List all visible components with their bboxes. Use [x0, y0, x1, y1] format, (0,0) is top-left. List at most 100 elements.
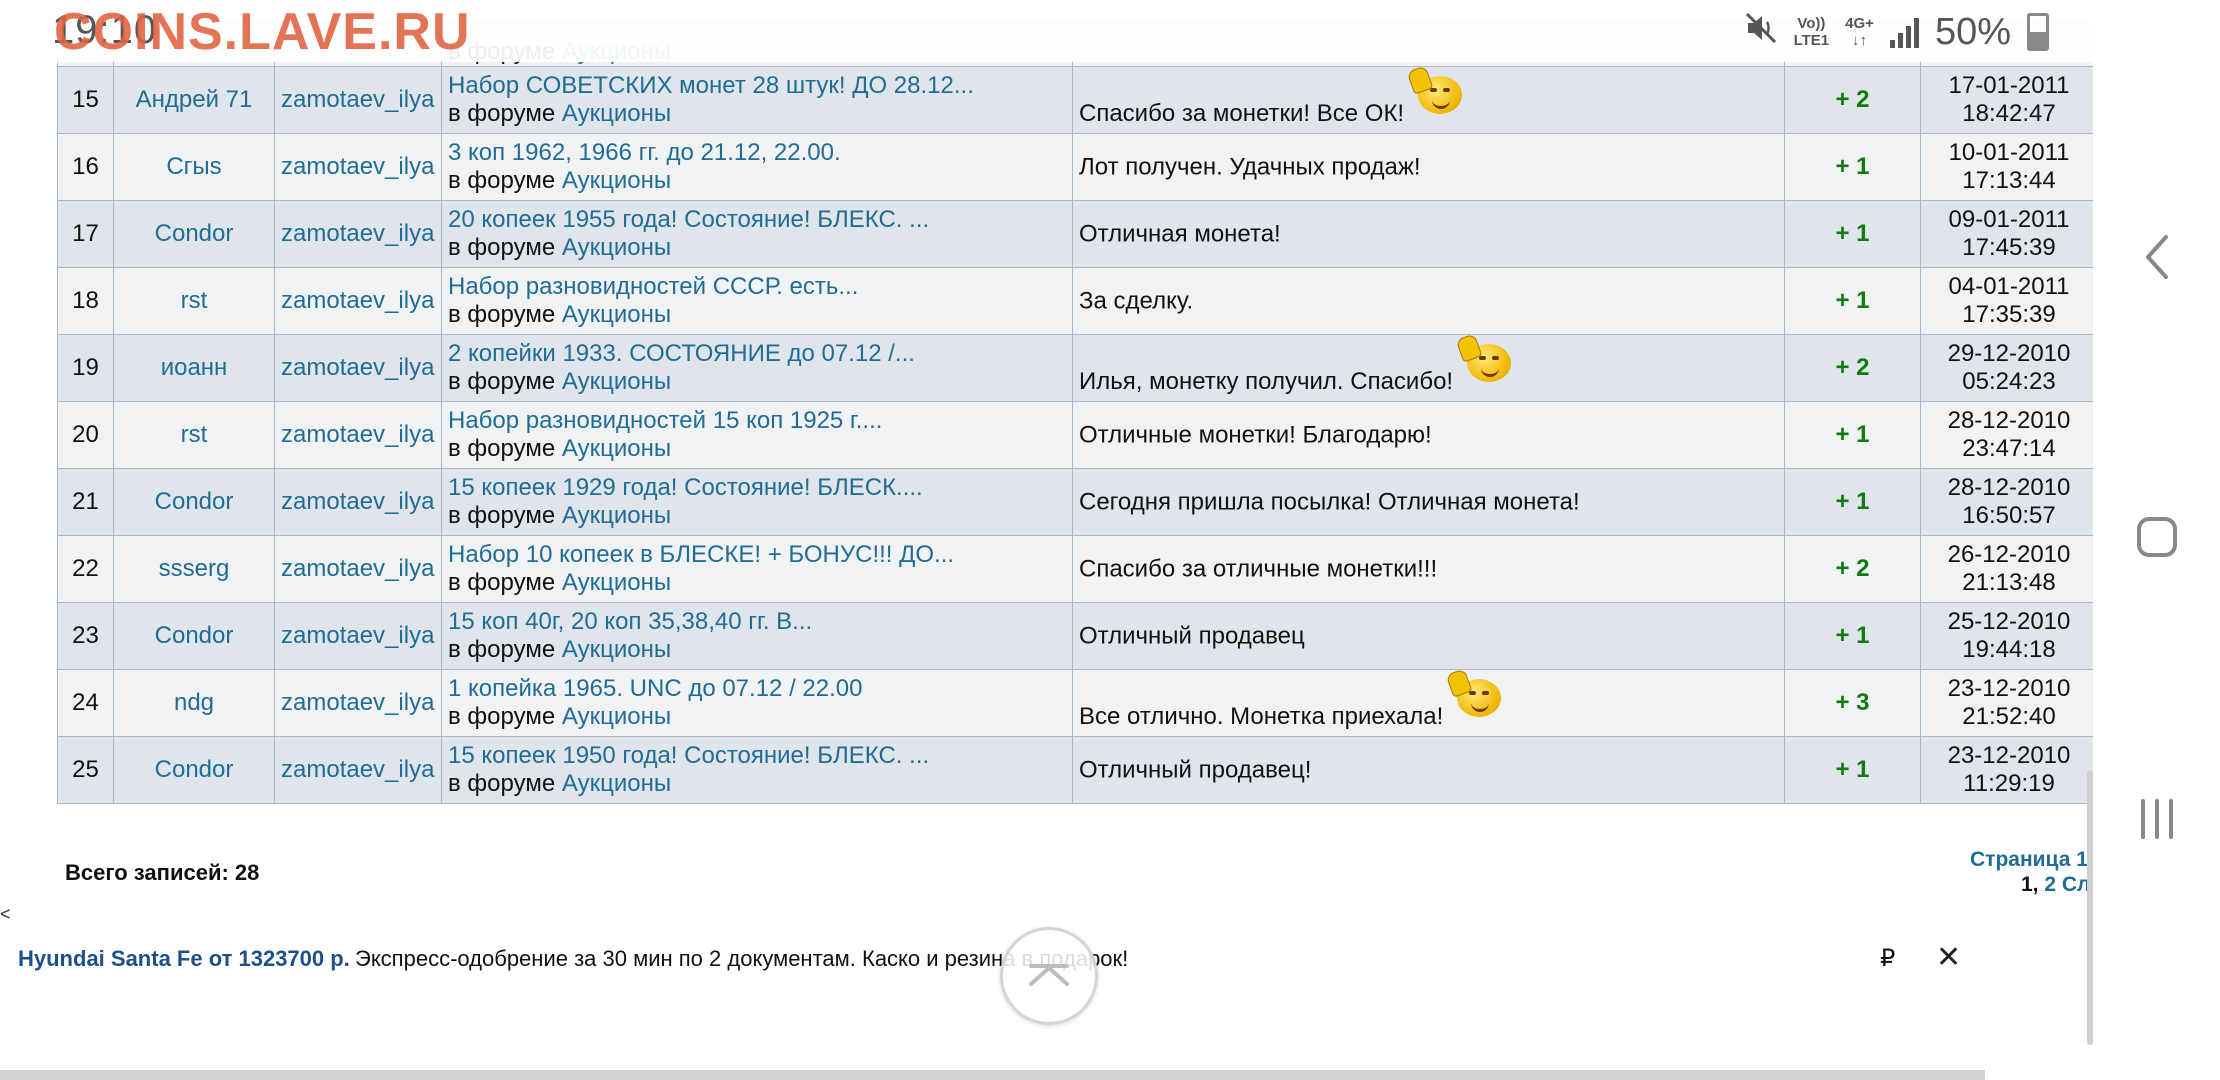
forum-link[interactable]: Аукционы — [562, 100, 671, 127]
time-text: 21:13:48 — [1962, 569, 2056, 596]
row-number: 21 — [57, 468, 114, 536]
topic-link[interactable]: 20 копеек 1955 года! Состояние! БЛЕКС. .… — [448, 206, 1066, 234]
reputation-score: + 1 — [1784, 468, 1921, 536]
forum-link[interactable]: Аукционы — [562, 301, 671, 328]
topic-link[interactable]: 15 коп 40г, 20 коп 35,38,40 гг. В... — [448, 608, 1066, 636]
topic-cell: Набор СОВЕТСКИХ монет 28 штук! ДО 28.12.… — [441, 66, 1073, 134]
table-row: 17 Condor zamotaev_ilya 20 копеек 1955 года… — [57, 200, 2093, 268]
row-number: 22 — [57, 535, 114, 603]
row-number: 15 — [57, 66, 114, 134]
from-user-link[interactable]: Андрей 71 — [113, 66, 275, 134]
topic-link[interactable]: 3 коп 1962, 1966 гг. до 21.12, 22.00. — [448, 139, 1066, 167]
date-text: 25-12-2010 — [1947, 608, 2071, 635]
close-ad-button[interactable]: ✕ — [1936, 940, 1961, 975]
table-row: 15 Андрей 71 zamotaev_ilya Набор СОВЕТСКИХ … — [57, 66, 2093, 134]
topic-link[interactable]: Набор разновидностей 15 коп 1925 г.... — [448, 407, 1066, 435]
to-user-link[interactable]: zamotaev_ilya — [274, 602, 442, 670]
forum-link[interactable]: Аукционы — [562, 703, 671, 730]
row-number: 24 — [57, 669, 114, 737]
from-user-link[interactable]: Condor — [113, 602, 275, 670]
scroll-to-top-button[interactable] — [1000, 927, 1098, 1025]
recent-apps-button[interactable] — [2093, 797, 2220, 841]
date-cell: 23-12-2010 21:52:40 — [1920, 669, 2093, 737]
forum-link[interactable]: Аукционы — [562, 636, 671, 663]
topic-link[interactable]: 15 копеек 1950 года! Состояние! БЛЕКС. .… — [448, 742, 1066, 770]
reputation-score: + 1 — [1784, 736, 1921, 804]
from-user-link[interactable]: Сгыs — [113, 133, 275, 201]
to-user-link[interactable]: zamotaev_ilya — [274, 401, 442, 469]
forum-link[interactable]: Аукционы — [562, 167, 671, 194]
signal-icon — [1889, 16, 1919, 48]
topic-link[interactable]: Набор СОВЕТСКИХ монет 28 штук! ДО 28.12.… — [448, 72, 1066, 100]
to-user-link[interactable]: zamotaev_ilya — [274, 736, 442, 804]
reputation-score: + 1 — [1784, 267, 1921, 335]
forum-line: в форуме Аукционы — [448, 770, 672, 797]
to-user-link[interactable]: zamotaev_ilya — [274, 334, 442, 402]
topic-cell: 3 коп 1962, 1966 гг. до 21.12, 22.00. в ф… — [441, 133, 1073, 201]
back-button[interactable] — [2093, 233, 2220, 281]
from-user-link[interactable]: ssserg — [113, 535, 275, 603]
from-user-link[interactable]: rst — [113, 401, 275, 469]
topic-cell: 15 копеек 1929 года! Состояние! БЛЕСК...… — [441, 468, 1073, 536]
to-user-link[interactable]: zamotaev_ilya — [274, 66, 442, 134]
reputation-score: + 1 — [1784, 200, 1921, 268]
to-user-link[interactable]: zamotaev_ilya — [274, 133, 442, 201]
to-user-link[interactable]: zamotaev_ilya — [274, 468, 442, 536]
date-text: 28-12-2010 — [1947, 407, 2071, 434]
forum-link[interactable]: Аукционы — [562, 234, 671, 261]
date-cell: 25-12-2010 19:44:18 — [1920, 602, 2093, 670]
comment-cell: Спасибо за отличные монетки!!! — [1072, 535, 1785, 603]
date-text: 23-12-2010 — [1947, 675, 2071, 702]
ad-title[interactable]: Hyundai Santa Fe от 1323700 р. — [18, 946, 350, 972]
comment-cell: Спасибо за монетки! Все ОК! — [1072, 66, 1785, 134]
to-user-link[interactable]: zamotaev_ilya — [274, 267, 442, 335]
from-user-link[interactable]: ndg — [113, 669, 275, 737]
page-link-2[interactable]: 2 — [2044, 873, 2056, 896]
smiley-icon — [1406, 67, 1470, 116]
forum-line: в форуме Аукционы — [448, 301, 672, 328]
topic-link[interactable]: Набор 10 копеек в БЛЕСКЕ! + БОНУС!!! ДО.… — [448, 541, 1066, 569]
forum-link[interactable]: Аукционы — [562, 435, 671, 462]
time-text: 17:45:39 — [1962, 234, 2056, 261]
status-icons: Vo)) LTE1 4G+ ↓↑ 50% — [1744, 10, 2049, 54]
forum-link[interactable]: Аукционы — [562, 502, 671, 529]
forum-link[interactable]: Аукционы — [562, 368, 671, 395]
network-indicator: 4G+ ↓↑ — [1845, 15, 1874, 49]
time-text: 05:24:23 — [1962, 368, 2056, 395]
from-user-link[interactable]: Condor — [113, 200, 275, 268]
to-user-link[interactable]: zamotaev_ilya — [274, 669, 442, 737]
date-cell: 09-01-2011 17:45:39 — [1920, 200, 2093, 268]
to-user-link[interactable]: zamotaev_ilya — [274, 535, 442, 603]
ruble-icon: ₽ — [1880, 945, 1896, 972]
site-watermark: COINS.LAVE.RU — [54, 3, 471, 61]
topic-link[interactable]: Набор разновидностей СССР. есть... — [448, 273, 1066, 301]
topic-link[interactable]: 2 копейки 1933. СОСТОЯНИЕ до 07.12 /... — [448, 340, 1066, 368]
table-row: 23 Condor zamotaev_ilya 15 коп 40г, 20 коп … — [57, 602, 2093, 670]
table-row: 20 rst zamotaev_ilya Набор разновидностей 1… — [57, 401, 2093, 469]
date-text: 09-01-2011 — [1948, 206, 2070, 233]
time-text: 21:52:40 — [1962, 703, 2056, 730]
chevron-up-icon — [1029, 964, 1069, 986]
comment-text: Спасибо за монетки! Все ОК! — [1079, 100, 1405, 127]
forum-link[interactable]: Аукционы — [562, 770, 671, 797]
browser-viewport: в форуме Аукционы15Андрей 71zamotaev_ily… — [0, 0, 2093, 1080]
ad-caret: < — [0, 904, 11, 924]
from-user-link[interactable]: иоанн — [113, 334, 275, 402]
home-button[interactable] — [2093, 515, 2220, 559]
to-user-link[interactable]: zamotaev_ilya — [274, 200, 442, 268]
forum-line: в форуме Аукционы — [448, 167, 672, 194]
from-user-link[interactable]: Condor — [113, 736, 275, 804]
topic-link[interactable]: 1 копейка 1965. UNC до 07.12 / 22.00 — [448, 675, 1066, 703]
forum-link[interactable]: Аукционы — [562, 569, 671, 596]
date-text: 10-01-2011 — [1948, 139, 2070, 166]
horizontal-scrollbar[interactable] — [0, 1070, 1985, 1080]
row-number: 20 — [57, 401, 114, 469]
from-user-link[interactable]: rst — [113, 267, 275, 335]
date-text: 26-12-2010 — [1947, 541, 2071, 568]
topic-link[interactable]: 15 копеек 1929 года! Состояние! БЛЕСК...… — [448, 474, 1066, 502]
time-text: 16:50:57 — [1962, 502, 2056, 529]
row-number: 23 — [57, 602, 114, 670]
from-user-link[interactable]: Condor — [113, 468, 275, 536]
date-cell: 26-12-2010 21:13:48 — [1920, 535, 2093, 603]
topic-cell: 15 коп 40г, 20 коп 35,38,40 гг. В... в фо… — [441, 602, 1073, 670]
